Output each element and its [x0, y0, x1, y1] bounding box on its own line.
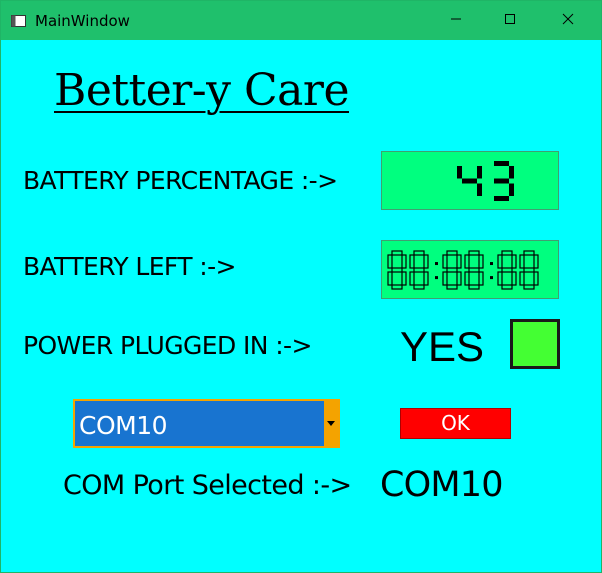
lcd-digit: [457, 166, 482, 196]
power-status-indicator: [510, 319, 560, 369]
ok-button[interactable]: OK: [400, 408, 511, 439]
com-port-selected-label: COM Port Selected :->: [63, 470, 352, 501]
main-window: MainWindow Better-y Care BATTERY PERCENT…: [0, 0, 602, 573]
lcd-digit: [442, 250, 462, 290]
lcd-colon: [490, 262, 493, 280]
lcd-digit: [464, 250, 484, 290]
dropdown-arrow-icon[interactable]: [324, 401, 338, 446]
battery-left-label: BATTERY LEFT :->: [23, 252, 236, 281]
app-title: Better-y Care: [54, 65, 350, 116]
window-title: MainWindow: [35, 12, 130, 30]
window-app-icon: [11, 14, 26, 27]
com-port-selected-value: COM10: [380, 465, 504, 505]
battery-percentage-label: BATTERY PERCENTAGE :->: [23, 166, 338, 195]
battery-percentage-digits: [457, 161, 514, 201]
minimize-icon: [450, 12, 462, 30]
maximize-button[interactable]: [487, 1, 533, 40]
lcd-digit: [497, 250, 517, 290]
com-port-select[interactable]: COM10: [73, 399, 340, 448]
title-bar[interactable]: MainWindow: [1, 1, 601, 40]
lcd-digit: [387, 250, 407, 290]
minimize-button[interactable]: [433, 1, 479, 40]
close-button[interactable]: [545, 1, 591, 40]
lcd-digit: [494, 161, 514, 201]
battery-percentage-display: [381, 151, 559, 210]
lcd-digit: [409, 250, 429, 290]
close-icon: [562, 12, 574, 30]
lcd-colon: [435, 262, 438, 280]
maximize-icon: [504, 12, 516, 30]
lcd-digit: [519, 250, 539, 290]
battery-left-display: [381, 240, 559, 299]
battery-left-digits: [387, 250, 539, 290]
power-plugged-value: YES: [400, 323, 485, 370]
com-port-select-value: COM10: [79, 411, 168, 440]
power-plugged-label: POWER PLUGGED IN :->: [23, 331, 312, 360]
